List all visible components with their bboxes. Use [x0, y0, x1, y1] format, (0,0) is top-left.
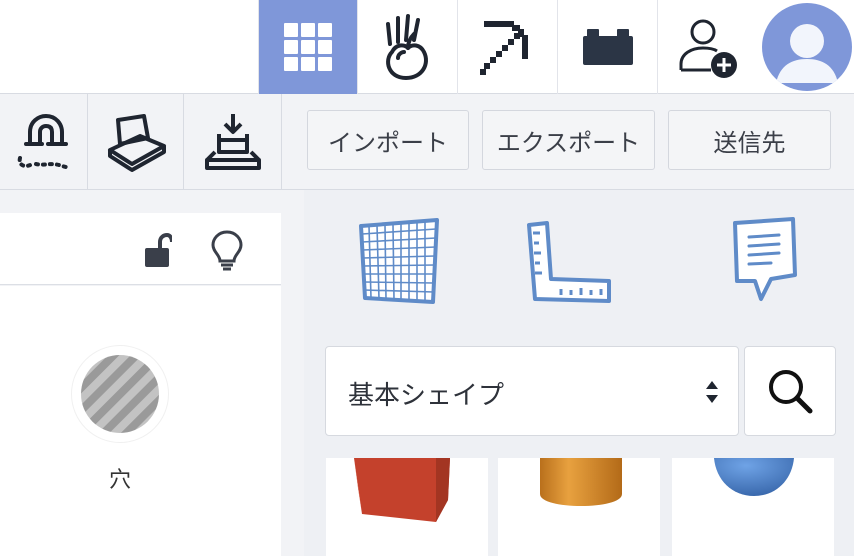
minecraft-button[interactable] [457, 0, 557, 94]
shape-category-value: 基本シェイプ [348, 381, 505, 411]
note-icon [733, 217, 797, 301]
sphere-shape [714, 458, 794, 496]
drop-to-workplane-icon [204, 114, 261, 170]
workplane-tool-icon [107, 114, 166, 172]
ruler-tool[interactable] [514, 214, 624, 310]
hole-label: 穴 [108, 468, 131, 493]
import-button[interactable]: インポート [307, 110, 469, 170]
invite-user-button[interactable] [657, 0, 757, 94]
cylinder-shape [540, 458, 622, 506]
user-avatar[interactable] [762, 3, 852, 91]
drop-to-workplane-button[interactable] [184, 94, 282, 190]
send-to-button[interactable]: 送信先 [668, 110, 831, 170]
hole-pattern-icon [81, 355, 159, 433]
edit-toolbar: インポート エクスポート 送信先 [0, 94, 854, 190]
align-snap-button[interactable] [0, 94, 88, 190]
workplane-grid-tool[interactable] [344, 214, 454, 310]
inspector-header [0, 213, 281, 285]
bricks-button[interactable] [557, 0, 657, 94]
add-user-icon [679, 19, 737, 78]
shape-category-select[interactable]: 基本シェイプ [325, 346, 739, 436]
brick-icon [582, 29, 633, 65]
magnet-icon [17, 113, 72, 170]
export-button[interactable]: エクスポート [482, 110, 655, 170]
user-avatar-icon [776, 24, 838, 83]
lightbulb-icon[interactable] [210, 229, 244, 271]
shape-card-cylinder[interactable] [498, 458, 660, 556]
shape-inspector-panel: 穴 [0, 190, 304, 556]
inspector-body: 穴 [0, 286, 281, 556]
top-bar [0, 0, 854, 94]
apple-hand-icon [385, 14, 428, 80]
select-arrows-icon [706, 381, 718, 403]
hole-toggle[interactable] [72, 346, 168, 442]
grid-view-button[interactable] [258, 0, 357, 94]
search-shapes-button[interactable] [744, 346, 836, 436]
ruler-icon [527, 221, 611, 303]
search-icon [769, 370, 813, 414]
codeblocks-button[interactable] [357, 0, 457, 94]
app-root: インポート エクスポート 送信先 穴 基本シェイプ [0, 0, 854, 556]
grid-view-icon [284, 23, 332, 71]
shape-card-box[interactable] [326, 458, 488, 556]
workplane-grid-icon [359, 218, 439, 304]
workplane-button[interactable] [88, 94, 184, 190]
unlock-icon[interactable] [144, 233, 172, 269]
note-tool[interactable] [708, 214, 818, 310]
box-shape [354, 458, 450, 522]
shape-card-sphere[interactable] [672, 458, 834, 556]
pickaxe-icon [479, 21, 528, 75]
shapes-library-panel: 基本シェイプ [304, 190, 854, 556]
